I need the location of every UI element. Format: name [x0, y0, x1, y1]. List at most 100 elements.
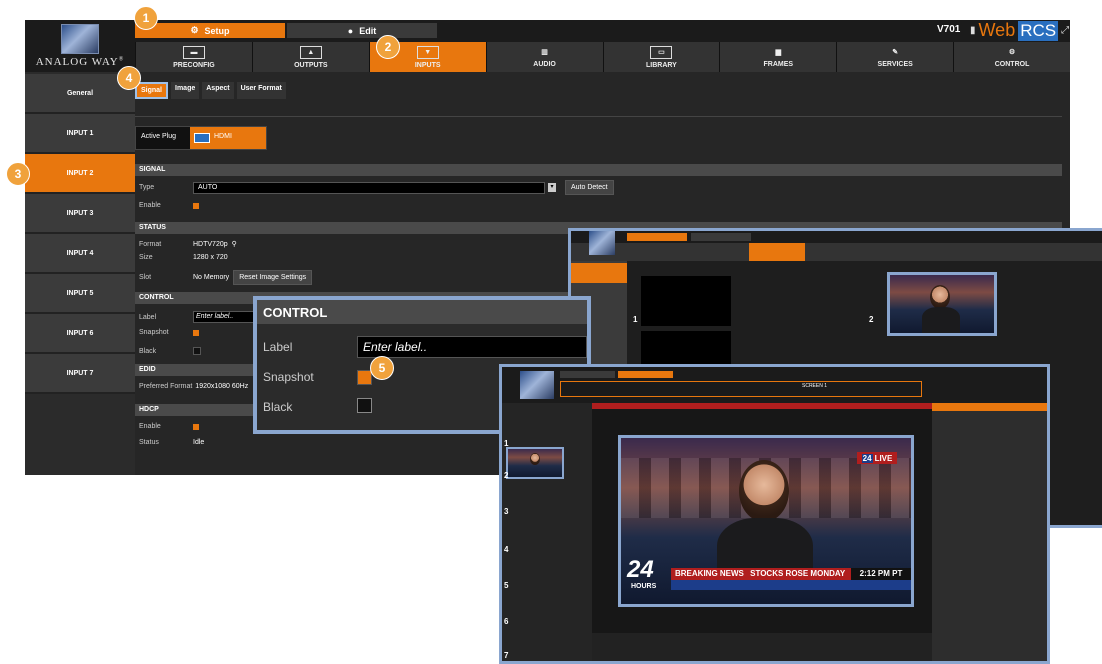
callout-badge-3: 3 [6, 162, 30, 186]
nav-tab-services[interactable]: ✎ SERVICES [836, 42, 954, 72]
enable-row: Enable [139, 202, 199, 209]
mini-setup-button [627, 233, 687, 241]
zoom-snapshot-label: Snapshot [263, 370, 314, 384]
setup-mode-label: Setup [204, 25, 230, 36]
edit-mode-label: Edit [359, 25, 377, 36]
zoom-label-placeholder: Enter label.. [363, 340, 428, 354]
edit-tile-number-2: 2 [504, 471, 509, 480]
size-row: Size 1280 x 720 [139, 254, 228, 261]
hdcp-status-label: Status [139, 439, 159, 446]
callout-badge-2: 2 [376, 35, 400, 59]
hdcp-enable-checkbox[interactable] [193, 423, 199, 430]
logo-reg: ® [118, 56, 125, 63]
ticker-bar [671, 580, 911, 590]
reset-image-settings-button[interactable]: Reset Image Settings [233, 270, 313, 285]
zoom-control-title: CONTROL [263, 305, 328, 320]
tab-aspect[interactable]: Aspect [202, 82, 234, 99]
nav-label-services: SERVICES [877, 60, 913, 68]
mini-tile-number-1: 1 [633, 315, 638, 324]
enable-checkbox[interactable] [193, 202, 199, 209]
size-value: 1280 x 720 [193, 254, 228, 261]
auto-detect-button[interactable]: Auto Detect [565, 180, 614, 195]
black-checkbox[interactable] [193, 347, 201, 355]
snapshot-row: Snapshot [139, 329, 199, 336]
main-nav: ▬ PRECONFIG ▲ OUTPUTS ▼ INPUTS ▥ AUDIO ▭ LIBR… [135, 42, 1070, 72]
search-icon[interactable]: ⚲ [232, 240, 237, 248]
tab-user-format[interactable]: User Format [236, 82, 286, 99]
signal-section-header: SIGNAL [135, 164, 1062, 176]
sidebar-item-input-1[interactable]: INPUT 1 [25, 114, 135, 154]
edit-selected-input-thumb[interactable] [506, 447, 564, 479]
label-input[interactable]: Enter label.. [193, 311, 257, 323]
frames-icon: ▆ [775, 48, 781, 56]
sidebar-item-input-3[interactable]: INPUT 3 [25, 194, 135, 234]
sidebar-item-input-6[interactable]: INPUT 6 [25, 314, 135, 354]
edit-properties-header [932, 403, 1047, 411]
zoom-label-label: Label [263, 340, 293, 354]
mini-tile-number-2: 2 [869, 315, 874, 324]
hdmi-icon [194, 133, 210, 143]
channel-hours: HOURS [631, 583, 657, 590]
nav-label-outputs: OUTPUTS [294, 61, 328, 69]
nav-tab-outputs[interactable]: ▲ OUTPUTS [251, 42, 369, 72]
nav-label-frames: FRAMES [763, 60, 794, 68]
fullscreen-icon[interactable]: ⤢ [1061, 25, 1069, 36]
nav-label-preconfig: PRECONFIG [173, 61, 215, 69]
tab-image[interactable]: Image [171, 82, 200, 99]
live-preview-frame[interactable]: 24 LIVE 24 HOURS BREAKING NEWS STOCKS ROS… [618, 435, 914, 607]
zoom-label-input[interactable]: Enter label.. [357, 336, 587, 358]
dropdown-arrow-icon[interactable]: ▾ [548, 182, 556, 192]
edit-input-list [502, 403, 592, 661]
divider [135, 116, 1062, 117]
mini-sidebar-active [571, 263, 627, 283]
edit-screen-bar [560, 381, 922, 397]
setup-mode-button[interactable]: ⚙ Setup [135, 23, 285, 38]
device-icon: ▮ [970, 25, 976, 36]
clock-time: 2:12 PM PT [851, 568, 911, 580]
nav-label-control: CONTROL [994, 60, 1030, 68]
hdmi-plug-button[interactable]: HDMI [190, 127, 266, 149]
format-row: Format HDTV720p ⚲ [139, 240, 237, 249]
size-label: Size [139, 254, 153, 261]
preferred-format-label: Preferred Format [139, 383, 193, 390]
slot-value: No Memory [193, 274, 230, 281]
nav-tab-audio[interactable]: ▥ AUDIO [485, 42, 603, 72]
anchor-face [739, 460, 789, 522]
edit-properties-panel [932, 403, 1047, 661]
mini-highlighted-thumbnail [887, 272, 997, 336]
zoom-black-checkbox[interactable] [357, 398, 372, 413]
analog-way-logo-icon [61, 24, 99, 54]
nav-tab-control[interactable]: ⚙ CONTROL [953, 42, 1070, 72]
sidebar-item-input-5[interactable]: INPUT 5 [25, 274, 135, 314]
nav-label-audio: AUDIO [533, 60, 556, 68]
nav-tab-frames[interactable]: ▆ FRAMES [719, 42, 837, 72]
nav-tab-preconfig[interactable]: ▬ PRECONFIG [135, 42, 252, 72]
tab-signal[interactable]: Signal [135, 82, 169, 99]
sidebar-item-input-7[interactable]: INPUT 7 [25, 354, 135, 394]
live-bug: 24 LIVE [857, 452, 897, 464]
live-bug-label: LIVE [874, 453, 893, 463]
edit-bottom-toolbar [592, 633, 932, 661]
slot-label: Slot [139, 274, 152, 281]
edit-mode-button[interactable]: ● Edit [287, 23, 437, 38]
live-edit-screenshot: SCREEN 1 1 2 3 4 5 6 7 24 LIVE 24 HOURS B… [499, 364, 1050, 664]
mini-anchor-face [930, 285, 950, 309]
snapshot-checkbox[interactable] [193, 329, 199, 336]
edit-edit-button [618, 371, 673, 378]
channel-logo: 24 [627, 556, 654, 583]
zoom-snapshot-checkbox[interactable] [357, 370, 372, 385]
sidebar-item-input-2[interactable]: INPUT 2 [25, 154, 135, 194]
edit-screen-label: SCREEN 1 [802, 383, 828, 389]
brand-logo: ▮ Web RCS ⤢ [970, 20, 1069, 41]
services-icon: ✎ [892, 48, 899, 56]
nav-tab-library[interactable]: ▭ LIBRARY [602, 42, 720, 72]
black-row: Black [139, 347, 201, 355]
active-plug-box: Active Plug HDMI [135, 126, 267, 150]
logo: ANALOG WAY® [25, 20, 135, 72]
callout-badge-5: 5 [370, 356, 394, 380]
active-plug-label: Active Plug [141, 133, 177, 140]
sidebar-item-input-4[interactable]: INPUT 4 [25, 234, 135, 274]
zoom-black-label: Black [263, 400, 293, 414]
type-select[interactable]: AUTO ▾ [193, 181, 556, 194]
nav-label-inputs: INPUTS [414, 61, 441, 69]
